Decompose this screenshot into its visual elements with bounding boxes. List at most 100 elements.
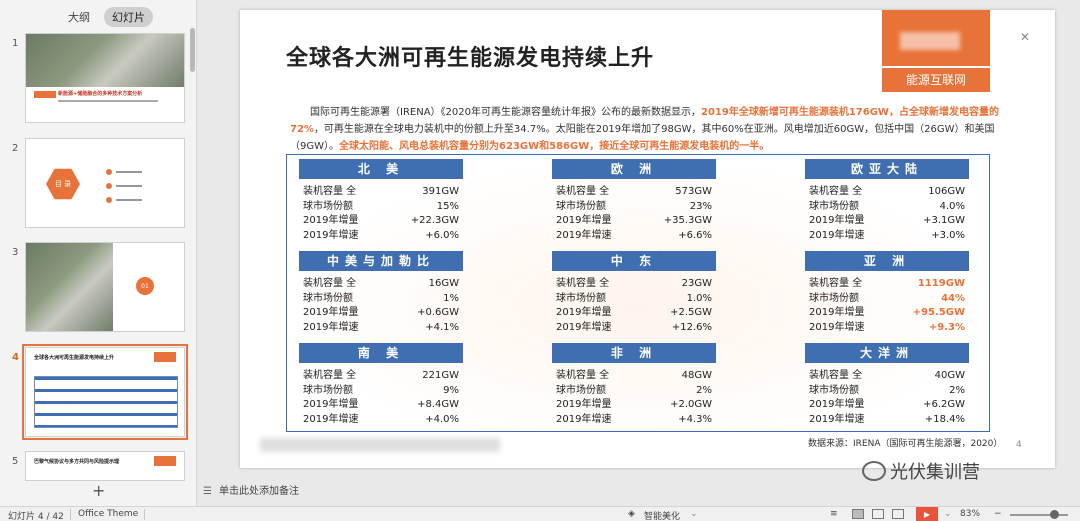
- intro-highlight: 全球太阳能、风电总装机容量分别为623GW和586GW，接近全球可再生能源发电装…: [339, 141, 770, 152]
- region-block: 中美与加勒比 装机容量 全 16GW 球市场份额 1% 2019年增量 +0.6GW 2019…: [299, 251, 463, 335]
- region-row: 球市场份额 1%: [299, 292, 463, 307]
- metric-label: 球市场份额: [303, 292, 353, 304]
- region-row: 装机容量 全 106GW: [805, 185, 969, 200]
- region-block: 南 美装机容量 全 221GW 球市场份额 9% 2019年增量 +8.4GW 2019年增…: [299, 343, 463, 427]
- region-row: 2019年增量 +6.2GW: [805, 398, 969, 413]
- region-row: 2019年增速 +6.0%: [299, 229, 463, 244]
- intro-paragraph: 国际可再生能源署（IRENA）《2020年可再生能源容量统计年报》公布的最新数据…: [290, 104, 1010, 155]
- metric-value: 391GW: [422, 186, 459, 197]
- slide-thumbnail-4[interactable]: 全球各大洲可再生能源发电持续上升: [22, 344, 188, 440]
- normal-view-icon[interactable]: [852, 509, 864, 519]
- thumb-number-1: 1: [12, 38, 19, 49]
- metric-label: 球市场份额: [303, 384, 353, 396]
- region-row: 装机容量 全 1119GW: [805, 277, 969, 292]
- thumbnail-scrollbar[interactable]: [190, 28, 195, 72]
- region-row: 球市场份额 23%: [552, 200, 716, 215]
- metric-label: 2019年增速: [303, 413, 359, 425]
- thumb-title: 巴黎气候协议与多方共同与风险提示理: [34, 459, 120, 465]
- metric-label: 2019年增速: [809, 413, 865, 425]
- brand-name: 能源互联网: [882, 66, 990, 90]
- add-slide-button[interactable]: +: [92, 481, 105, 500]
- metric-label: 装机容量 全: [809, 186, 863, 197]
- zoom-slider-handle[interactable]: [1050, 510, 1059, 519]
- zoom-level[interactable]: 83%: [960, 509, 980, 519]
- slide-thumbnail-3[interactable]: 01: [25, 242, 185, 332]
- metric-value: +22.3GW: [410, 215, 459, 226]
- chevron-down-icon[interactable]: ⌄: [690, 509, 698, 519]
- play-slideshow-button[interactable]: ▶: [916, 507, 938, 521]
- thumb-toc-hexagon: 目 录: [46, 168, 80, 200]
- slide-thumbnail-1[interactable]: 新能源+储能融合的多种技术方案分析: [25, 33, 185, 123]
- region-block: 北 美装机容量 全 391GW 球市场份额 15% 2019年增量 +22.3GW 2019…: [299, 159, 463, 243]
- slide-thumbnail-2[interactable]: 目 录: [25, 138, 185, 228]
- slide-thumbnail-5[interactable]: 巴黎气候协议与多方共同与风险提示理: [25, 451, 185, 481]
- region-row: 2019年增速 +4.1%: [299, 321, 463, 336]
- metric-value: 221GW: [422, 370, 459, 381]
- metric-value: +9.3%: [928, 321, 965, 333]
- brand-logo-box: 能源互联网: [882, 10, 990, 92]
- smart-beautify-button[interactable]: 智能美化: [644, 509, 680, 521]
- tab-slides[interactable]: 幻灯片: [104, 7, 153, 27]
- region-row: 装机容量 全 221GW: [299, 369, 463, 384]
- metric-label: 装机容量 全: [809, 278, 863, 289]
- zoom-out-icon[interactable]: −: [994, 509, 1002, 519]
- thumb-title: 全球各大洲可再生能源发电持续上升: [34, 355, 115, 361]
- metric-label: 装机容量 全: [556, 370, 610, 381]
- region-row: 装机容量 全 48GW: [552, 369, 716, 384]
- slide-canvas[interactable]: 全球各大洲可再生能源发电持续上升 能源互联网 ✕ 国际可再生能源署（IRENA）…: [240, 10, 1055, 468]
- metric-value: +3.1GW: [923, 215, 965, 226]
- notes-pane[interactable]: ☰ 单击此处添加备注: [203, 482, 1080, 500]
- region-header: 中 东: [552, 251, 716, 271]
- notes-placeholder: 单击此处添加备注: [219, 486, 299, 497]
- notes-toggle-icon[interactable]: ≡: [830, 509, 838, 519]
- region-row: 球市场份额 2%: [805, 384, 969, 399]
- metric-value: 15%: [436, 200, 459, 212]
- metric-value: 573GW: [675, 186, 712, 197]
- metric-label: 球市场份额: [809, 384, 859, 396]
- region-header: 大洋洲: [805, 343, 969, 363]
- metric-value: 23%: [689, 200, 712, 212]
- metric-label: 球市场份额: [556, 384, 606, 396]
- region-row: 2019年增量 +2.5GW: [552, 306, 716, 321]
- thumb-title: 新能源+储能融合的多种技术方案分析: [58, 91, 143, 97]
- region-header: 亚 洲: [805, 251, 969, 271]
- region-row: 2019年增量 +3.1GW: [805, 214, 969, 229]
- metric-value: +6.2GW: [923, 399, 965, 410]
- tab-outline[interactable]: 大纲: [60, 7, 98, 27]
- thumb-data-table: [34, 376, 178, 428]
- reading-view-icon[interactable]: [892, 509, 904, 519]
- metric-value: 9%: [443, 384, 459, 396]
- metric-value: 1%: [443, 292, 459, 304]
- region-block: 中 东装机容量 全 23GW 球市场份额 1.0% 2019年增量 +2.5GW 2019年…: [552, 251, 716, 335]
- thumb-number-3: 3: [12, 247, 19, 258]
- thumb-subtitle-line: [58, 100, 158, 102]
- metric-label: 2019年增速: [556, 229, 612, 241]
- metric-label: 2019年增量: [809, 307, 865, 318]
- region-row: 2019年增速 +12.6%: [552, 321, 716, 336]
- slide-counter: 幻灯片 4 / 42: [8, 512, 64, 521]
- chevron-down-icon[interactable]: ⌄: [944, 509, 952, 519]
- close-icon: ✕: [1020, 30, 1031, 44]
- watermark-text: 光伏集训营: [890, 462, 980, 483]
- divider: [70, 509, 71, 520]
- metric-value: 2%: [949, 384, 965, 396]
- metric-value: +4.3%: [678, 413, 712, 425]
- metric-label: 装机容量 全: [303, 186, 357, 197]
- region-row: 2019年增量 +0.6GW: [299, 306, 463, 321]
- region-row: 球市场份额 15%: [299, 200, 463, 215]
- wechat-icon: [862, 461, 886, 481]
- metric-value: +4.0%: [425, 413, 459, 425]
- metric-value: 23GW: [681, 278, 712, 289]
- region-header: 欧 洲: [552, 159, 716, 179]
- sorter-view-icon[interactable]: [872, 509, 884, 519]
- status-bar: 幻灯片 4 / 42 Office Theme ◈ 智能美化 ⌄ ≡ ▶ ⌄ 8…: [0, 506, 1080, 521]
- region-row: 球市场份额 1.0%: [552, 292, 716, 307]
- zoom-slider[interactable]: [1010, 514, 1068, 516]
- region-row: 2019年增量 +8.4GW: [299, 398, 463, 413]
- metric-label: 2019年增速: [303, 321, 359, 333]
- metric-label: 球市场份额: [303, 200, 353, 212]
- metric-label: 2019年增量: [303, 399, 359, 410]
- metric-value: 1.0%: [686, 292, 712, 304]
- metric-label: 2019年增量: [303, 307, 359, 318]
- region-header: 非 洲: [552, 343, 716, 363]
